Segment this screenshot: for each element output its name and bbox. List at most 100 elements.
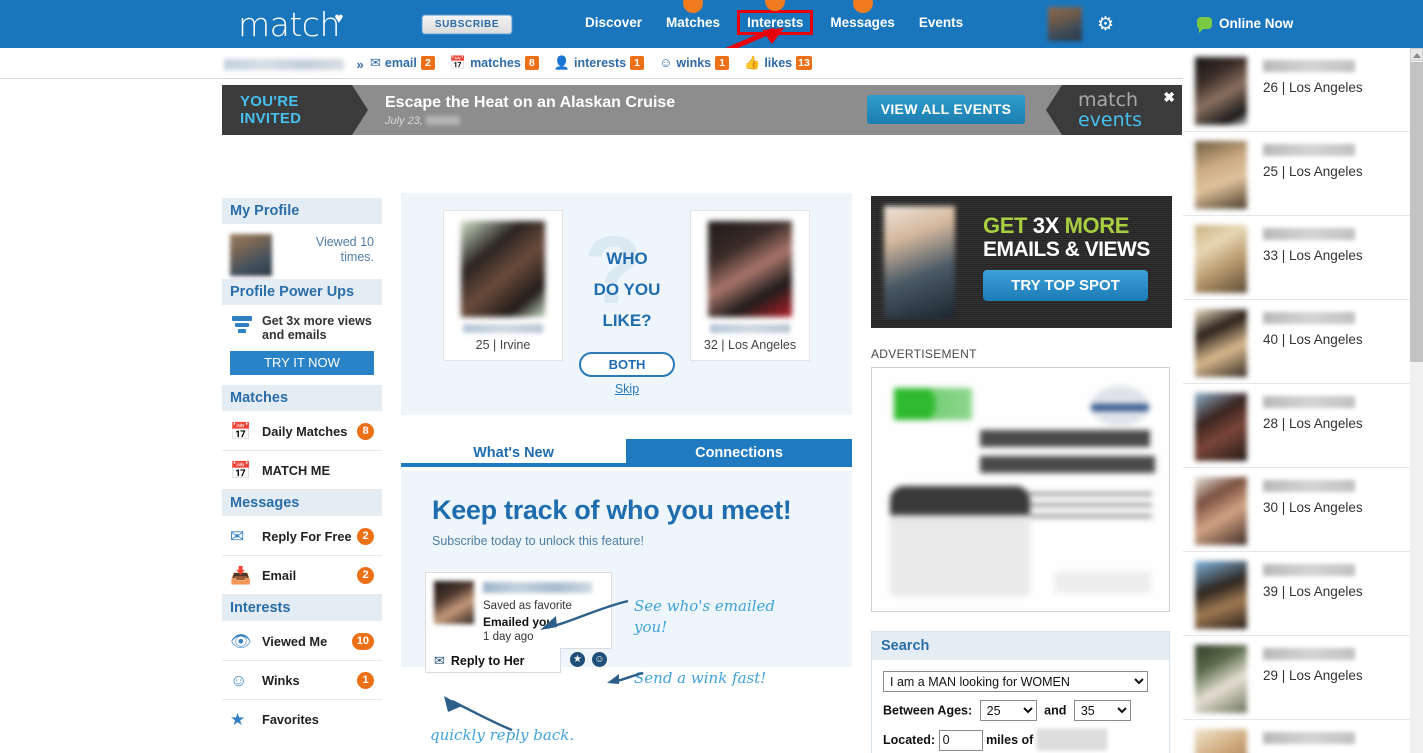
match-logo[interactable]: match ♥ xyxy=(238,5,343,44)
boost-icon xyxy=(232,316,252,335)
counter-likes[interactable]: 👍 likes 13 xyxy=(744,54,812,72)
sidebar-item-badge: 2 xyxy=(357,528,374,545)
nav-item-events[interactable]: Events xyxy=(919,15,963,30)
counter-matches[interactable]: 📅 matches 8 xyxy=(450,54,539,72)
wink-icon: ☺ xyxy=(659,55,673,70)
both-button[interactable]: BOTH xyxy=(579,352,675,377)
scroll-up-arrow-icon[interactable] xyxy=(1410,48,1423,61)
event-date-text: July 23, xyxy=(385,115,423,127)
online-user-photo[interactable] xyxy=(1195,57,1247,125)
online-user-photo[interactable] xyxy=(1195,645,1247,713)
reply-to-her-button[interactable]: ✉ Reply to Her xyxy=(425,648,561,673)
ad-cta-button[interactable] xyxy=(1055,572,1151,593)
connections-subhead: Subscribe today to unlock this feature! xyxy=(432,534,644,548)
tab-whats-new[interactable]: What's New xyxy=(401,439,626,467)
list-item[interactable]: 33 | Los Angeles xyxy=(1183,216,1410,300)
sidebar-item-daily-matches[interactable]: 📅 Daily Matches 8 xyxy=(222,412,382,451)
online-user-photo[interactable] xyxy=(1195,561,1247,629)
sidebar-item-viewed-me[interactable]: 👁 Viewed Me 10 xyxy=(222,622,382,661)
gender-preference-select[interactable]: I am a MAN looking for WOMEN xyxy=(883,671,1148,692)
ad-brand-logo xyxy=(894,388,972,420)
list-item[interactable] xyxy=(1183,720,1410,753)
advertisement-banner[interactable] xyxy=(871,367,1170,612)
event-title: Escape the Heat on an Alaskan Cruise xyxy=(385,94,676,111)
scrollbar-thumb[interactable] xyxy=(1410,62,1423,362)
nav-label: Messages xyxy=(830,15,895,30)
connection-timestamp: 1 day ago xyxy=(483,631,534,643)
online-user-photo[interactable] xyxy=(1195,477,1247,545)
list-item[interactable]: 26 | Los Angeles xyxy=(1183,48,1410,132)
counter-interests[interactable]: 👤 interests 1 xyxy=(554,54,645,72)
invited-line1: YOU'RE xyxy=(240,93,299,110)
online-user-photo[interactable] xyxy=(1195,309,1247,377)
list-item[interactable]: 29 | Los Angeles xyxy=(1183,636,1410,720)
sidebar-item-match-me[interactable]: 📅 MATCH ME xyxy=(222,451,382,490)
age-range-row: Between Ages: 25 and 35 xyxy=(883,700,1169,721)
online-user-photo[interactable] xyxy=(1195,393,1247,461)
candidate-card-left[interactable]: 25 | Irvine xyxy=(443,210,563,361)
star-icon[interactable]: ★ xyxy=(570,652,585,667)
annotation-see-whos-emailed-you: See who's emailed you! xyxy=(634,597,776,636)
nav-label: Discover xyxy=(585,15,643,30)
view-all-events-button[interactable]: VIEW ALL EVENTS xyxy=(867,95,1025,124)
sidebar-item-favorites[interactable]: ★ Favorites xyxy=(222,700,382,739)
avatar[interactable] xyxy=(230,234,272,276)
logo-text: match xyxy=(238,5,340,44)
online-user-photo[interactable] xyxy=(1195,141,1247,209)
nav-item-discover[interactable]: Discover xyxy=(585,15,642,30)
nav-item-messages[interactable]: Messages xyxy=(830,0,895,30)
online-user-meta: 26 | Los Angeles xyxy=(1263,80,1363,95)
sidebar-item-email[interactable]: 📥 Email 2 xyxy=(222,556,382,595)
counter-label: email xyxy=(384,56,417,70)
wink-icon[interactable]: ☺ xyxy=(592,652,607,667)
online-user-meta: 39 | Los Angeles xyxy=(1263,584,1363,599)
avatar[interactable] xyxy=(1048,7,1082,41)
skip-link[interactable]: Skip xyxy=(579,382,675,396)
search-heading: Search xyxy=(872,632,1169,660)
list-item[interactable]: 30 | Los Angeles xyxy=(1183,468,1410,552)
sidebar-item-label: Winks xyxy=(262,673,300,688)
online-user-photo[interactable] xyxy=(1195,729,1247,753)
zip-code-input-redacted[interactable] xyxy=(1036,729,1107,750)
miles-input[interactable] xyxy=(938,729,983,751)
counter-badge: 13 xyxy=(796,56,812,70)
reply-button-label: Reply to Her xyxy=(450,654,525,668)
sidebar-item-winks[interactable]: ☺ Winks 1 xyxy=(222,661,382,700)
breadcrumb[interactable]: » xyxy=(224,56,364,74)
age-max-select[interactable]: 35 xyxy=(1073,700,1131,721)
list-item[interactable]: 39 | Los Angeles xyxy=(1183,552,1410,636)
sidebar-item-label: Favorites xyxy=(262,712,319,727)
age-min-select[interactable]: 25 xyxy=(979,700,1037,721)
sidebar-item-badge: 8 xyxy=(357,423,374,440)
sidebar-item-badge: 10 xyxy=(351,633,374,650)
list-item[interactable]: 25 | Los Angeles xyxy=(1183,132,1410,216)
gear-icon[interactable]: ⚙ xyxy=(1097,15,1116,34)
candidate-card-right[interactable]: 32 | Los Angeles xyxy=(690,210,810,361)
candidate-photo[interactable] xyxy=(461,221,545,317)
close-icon[interactable]: ✖ xyxy=(1163,89,1175,106)
page-root: match ♥ SUBSCRIBE Discover Matches Inter… xyxy=(0,0,1423,753)
sidebar-profile-summary[interactable]: Viewed 10 times. xyxy=(222,225,382,279)
match-events-logo-bottom: events xyxy=(1078,109,1143,131)
online-now-scrollbar[interactable] xyxy=(1410,48,1423,753)
online-user-photo[interactable] xyxy=(1195,225,1247,293)
online-user-meta: 28 | Los Angeles xyxy=(1263,416,1363,431)
counter-email[interactable]: ✉ email 2 xyxy=(370,54,435,72)
tab-connections[interactable]: Connections xyxy=(626,439,852,467)
subscribe-button[interactable]: SUBSCRIBE xyxy=(422,15,512,34)
list-item[interactable]: 40 | Los Angeles xyxy=(1183,300,1410,384)
who-do-you-like-text: WHO DO YOU LIKE? xyxy=(561,243,693,336)
counter-winks[interactable]: ☺ winks 1 xyxy=(659,54,730,72)
try-it-now-button[interactable]: TRY IT NOW xyxy=(230,351,374,375)
connection-photo[interactable] xyxy=(434,581,474,624)
try-top-spot-button[interactable]: TRY TOP SPOT xyxy=(983,270,1148,301)
list-item[interactable]: 28 | Los Angeles xyxy=(1183,384,1410,468)
wdyl-line1: WHO xyxy=(606,249,648,268)
ad-headline-line2 xyxy=(980,456,1155,473)
candidate-photo[interactable] xyxy=(708,221,792,317)
counter-label: likes xyxy=(764,56,793,70)
sidebar-item-reply-for-free[interactable]: ✉ Reply For Free 2 xyxy=(222,517,382,556)
breadcrumb-arrow: » xyxy=(356,57,364,72)
right-column: GET 3X MORE EMAILS & VIEWS TRY TOP SPOT … xyxy=(871,196,1172,753)
wdyl-line2: DO YOU xyxy=(593,280,661,299)
